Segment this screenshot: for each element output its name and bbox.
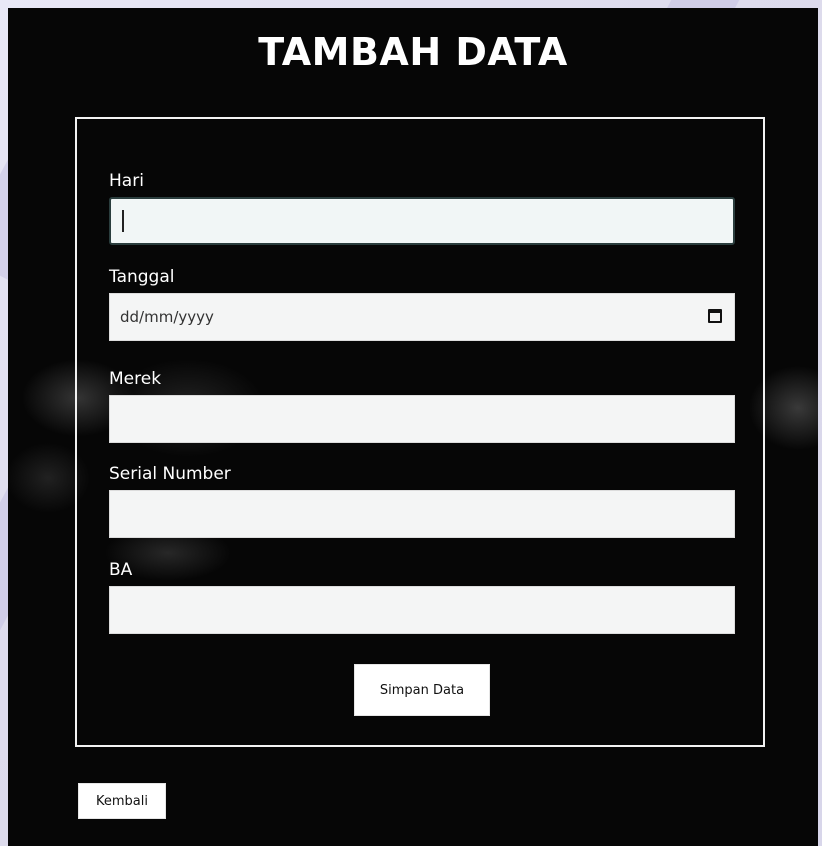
date-placeholder: dd/mm/yyyy [120,308,214,326]
merek-input[interactable] [109,395,735,443]
hari-input[interactable] [109,197,735,245]
tanggal-label: Tanggal [109,267,175,287]
text-cursor [122,210,124,232]
serial-number-label: Serial Number [109,464,231,484]
serial-number-input[interactable] [109,490,735,538]
ba-input[interactable] [109,586,735,634]
tanggal-date-input[interactable]: dd/mm/yyyy [109,293,735,341]
simpan-data-button[interactable]: Simpan Data [354,664,490,716]
calendar-icon[interactable] [708,309,722,323]
ba-label: BA [109,560,133,580]
hari-label: Hari [109,171,144,191]
page-title: TAMBAH DATA [258,30,568,74]
merek-label: Merek [109,369,162,389]
add-data-form: Hari Tanggal dd/mm/yyyy Merek Serial Num… [75,117,765,747]
main-panel: TAMBAH DATA Hari Tanggal dd/mm/yyyy Mere… [8,8,818,846]
kembali-button[interactable]: Kembali [78,783,166,819]
